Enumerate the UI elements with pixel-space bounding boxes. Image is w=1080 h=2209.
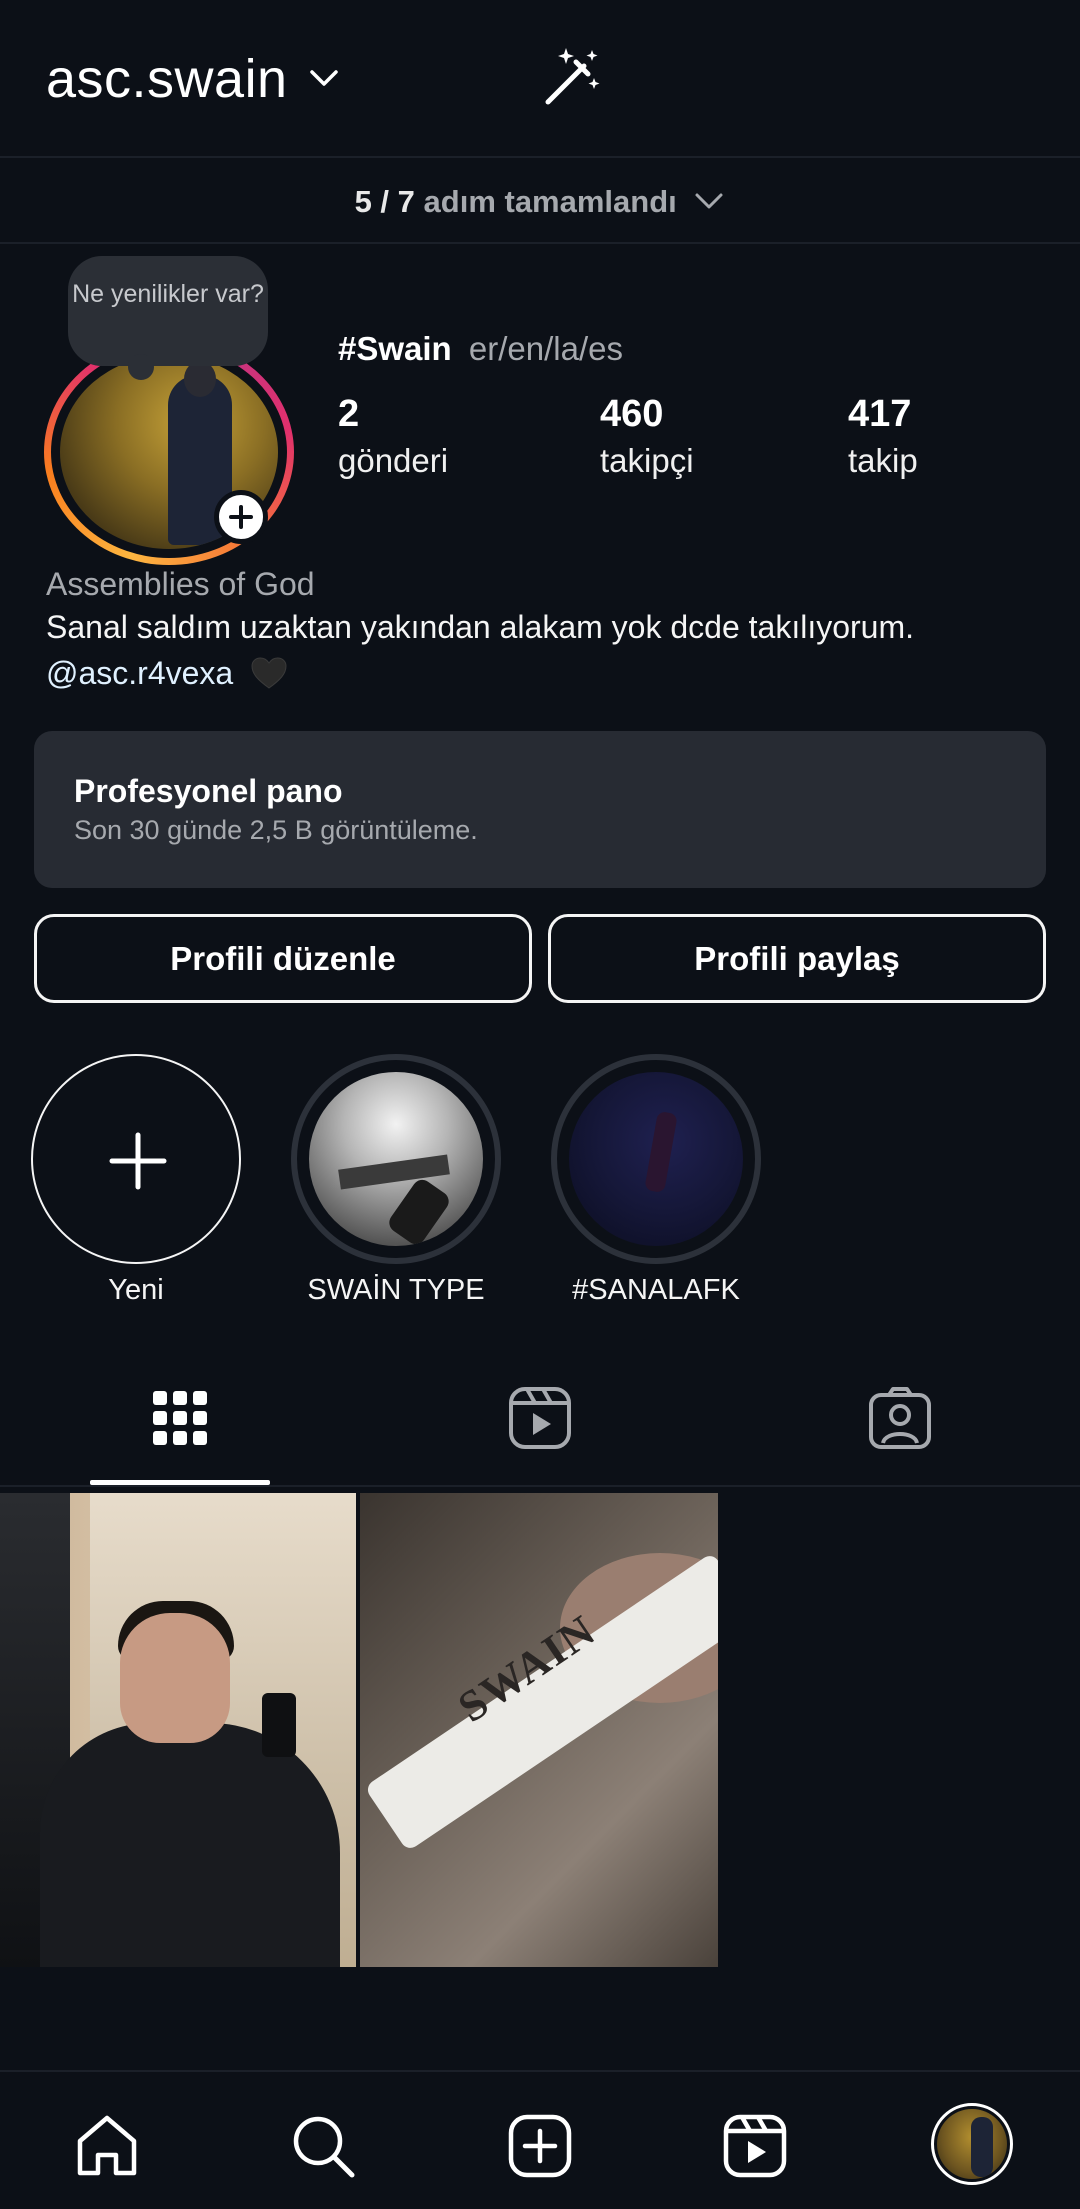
divider: [0, 242, 1080, 244]
highlight-label: Yeni: [108, 1274, 164, 1306]
highlight-label: #SANALAFK: [572, 1274, 740, 1306]
stat-label: gönderi: [338, 442, 449, 479]
post-thumbnail[interactable]: [0, 1493, 356, 1967]
highlight-new-circle[interactable]: [31, 1054, 241, 1264]
steps-label: adım tamamlandı: [423, 184, 677, 219]
chevron-down-icon: [695, 193, 723, 209]
divider: [0, 1485, 1080, 1487]
bottom-navigation: [0, 2070, 1080, 2209]
share-profile-button[interactable]: Profili paylaş: [548, 914, 1046, 1003]
post-thumbnail[interactable]: SWAIN: [360, 1493, 718, 1967]
display-name: #Swain: [338, 330, 452, 367]
magic-wand-icon[interactable]: [540, 44, 604, 108]
highlight-cover[interactable]: [551, 1054, 761, 1264]
profile-category: Assemblies of God: [46, 566, 315, 602]
stat-label: takip: [848, 442, 918, 479]
display-name-row: #Swain er/en/la/es: [338, 330, 623, 368]
edit-profile-button[interactable]: Profili düzenle: [34, 914, 532, 1003]
pronouns: er/en/la/es: [468, 330, 623, 367]
profile-bio: Sanal saldım uzaktan yakından alakam yok…: [46, 609, 914, 645]
add-story-button[interactable]: [214, 490, 268, 544]
highlight-item[interactable]: #SANALAFK: [551, 1054, 761, 1306]
reels-icon[interactable]: [722, 2113, 788, 2179]
stat-value: 2: [338, 393, 360, 435]
highlight-cover[interactable]: [291, 1054, 501, 1264]
stat-label: takipçi: [600, 442, 694, 479]
stat-value: 417: [848, 393, 912, 435]
stat-following[interactable]: 417 takip: [848, 393, 918, 480]
professional-dashboard-card[interactable]: Profesyonel pano Son 30 günde 2,5 B görü…: [34, 731, 1046, 888]
plus-icon: [229, 505, 253, 529]
stat-posts[interactable]: 2 gönderi: [338, 393, 448, 480]
highlight-item[interactable]: SWAİN TYPE: [291, 1054, 501, 1306]
profile-screen: asc.swain 5 / 7 adım tamamlandı Ne yenil…: [0, 0, 1080, 2209]
highlight-label: SWAİN TYPE: [307, 1274, 485, 1306]
grid-icon[interactable]: [147, 1385, 213, 1451]
tagged-icon[interactable]: [867, 1385, 933, 1451]
stat-value: 460: [600, 393, 664, 435]
mention-link[interactable]: @asc.r4vexa: [46, 655, 233, 691]
reels-icon[interactable]: [507, 1385, 573, 1451]
note-bubble[interactable]: Ne yenilikler var?: [68, 256, 268, 380]
pro-dashboard-title: Profesyonel pano: [74, 773, 343, 809]
onboarding-progress[interactable]: 5 / 7 adım tamamlandı: [0, 160, 1080, 244]
pro-dashboard-subtitle: Son 30 günde 2,5 B görüntüleme.: [74, 815, 478, 845]
black-heart-icon: [251, 657, 287, 689]
steps-count: 5 / 7: [354, 184, 415, 219]
stat-followers[interactable]: 460 takipçi: [600, 393, 694, 480]
divider: [0, 156, 1080, 158]
create-post-icon[interactable]: [507, 2113, 573, 2179]
top-bar: asc.swain: [0, 0, 1080, 156]
home-icon[interactable]: [74, 2113, 140, 2179]
plus-icon: [109, 1132, 167, 1190]
profile-tab-avatar-image[interactable]: [937, 2109, 1007, 2179]
bio-mention-line: @asc.r4vexa: [46, 655, 288, 692]
account-switcher-username[interactable]: asc.swain: [46, 48, 288, 110]
highlight-new[interactable]: Yeni: [31, 1054, 241, 1306]
search-icon[interactable]: [290, 2113, 356, 2179]
chevron-down-icon[interactable]: [306, 62, 342, 92]
